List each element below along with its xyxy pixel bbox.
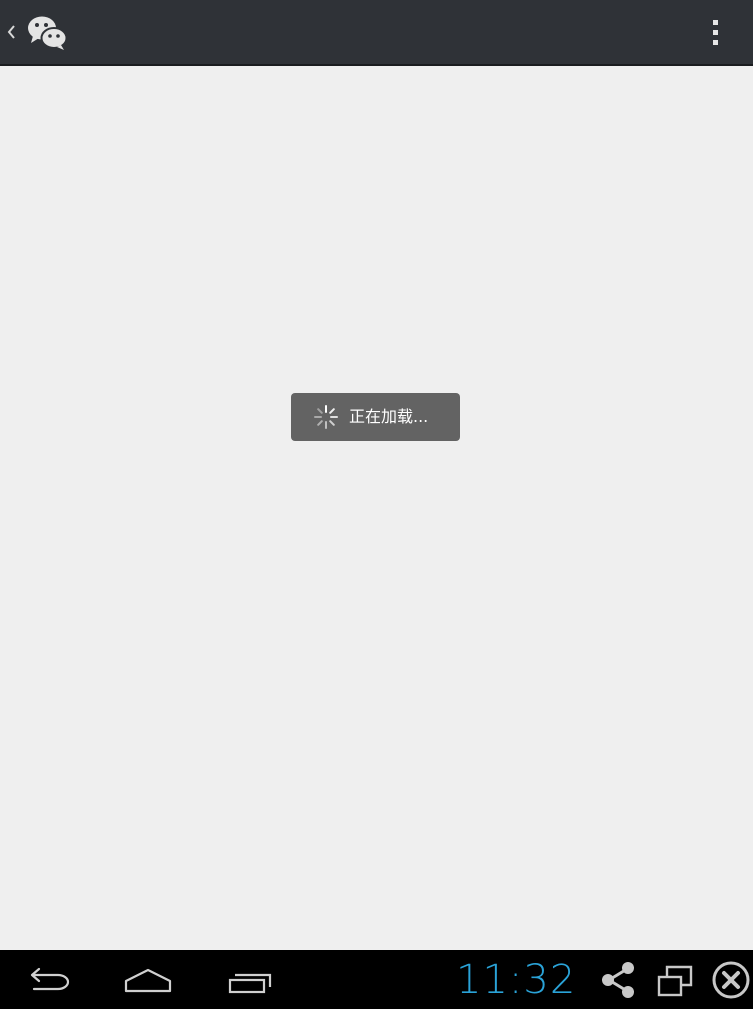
windows-icon (657, 965, 693, 997)
loading-toast: 正在加载... (291, 393, 460, 441)
close-button[interactable] (709, 950, 753, 1009)
overflow-menu-icon (713, 20, 718, 25)
loading-text: 正在加载... (349, 407, 429, 426)
home-button[interactable] (118, 950, 178, 1009)
close-circle-icon (712, 961, 750, 999)
loading-spinner-icon (314, 405, 338, 429)
back-icon (30, 967, 70, 991)
home-icon (124, 968, 172, 993)
action-bar (0, 0, 753, 66)
share-icon (602, 962, 634, 998)
windows-button[interactable] (654, 950, 696, 1009)
recent-apps-icon (228, 973, 272, 994)
wechat-logo-icon (28, 16, 68, 50)
back-button[interactable] (18, 950, 78, 1009)
overflow-menu-dot (713, 40, 718, 45)
app-screen: 正在加载... 11:32 (0, 0, 753, 1009)
up-navigation-button[interactable] (0, 0, 80, 66)
share-button[interactable] (598, 950, 640, 1009)
recent-apps-button[interactable] (222, 950, 282, 1009)
status-clock: 11:32 (456, 957, 577, 1003)
overflow-menu-button[interactable] (699, 14, 733, 52)
overflow-menu-dot (713, 30, 718, 35)
chevron-left-icon (7, 25, 15, 39)
system-navigation-bar: 11:32 (0, 950, 753, 1009)
content-area: 正在加载... (0, 66, 753, 950)
